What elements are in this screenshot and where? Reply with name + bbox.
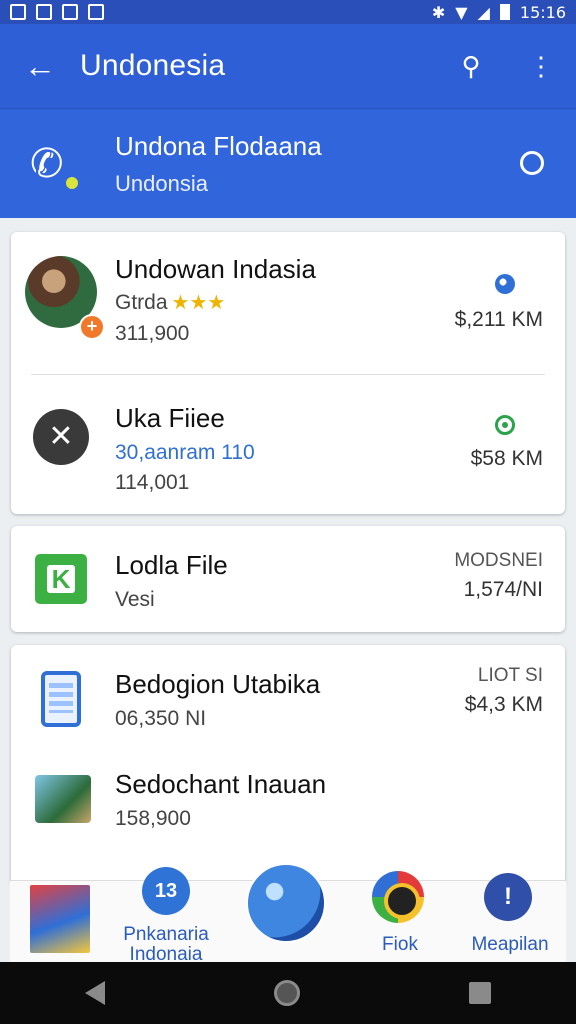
battery-icon [499, 4, 510, 20]
app-bar: ← Undonesia ⚲ ⋮ [0, 24, 576, 108]
status-bar: ✱ ▼ ◢ 15:16 [0, 0, 576, 24]
item-distance: $58 KM [470, 447, 543, 470]
nav-recents-icon[interactable] [469, 982, 492, 1004]
tools-icon: ✕ [33, 409, 89, 465]
page-title: Undonesia [80, 49, 226, 82]
dock-label: Meapilan [471, 934, 549, 955]
dock-item-info[interactable]: Meapilan [460, 881, 560, 963]
tablet-icon [41, 671, 81, 727]
bottom-dock: Pnkanaria Indonaia 13 Fiok ! Meapilan [10, 863, 566, 965]
item-title: Undowan Indasia [115, 254, 316, 284]
system-nav-bar [0, 962, 576, 1024]
list-item[interactable]: Bedogion Utabika 06,350 NI LIOT SI $4,3 … [11, 645, 565, 755]
results-card: Bedogion Utabika 06,350 NI LIOT SI $4,3 … [11, 645, 565, 885]
list-item[interactable]: ✕ Uka Fiiee 30,aanram 110 114,001 $58 KM [11, 375, 565, 514]
item-category: Gtrda [115, 291, 168, 314]
results-card: K Lodla File Vesi MODSNEI 1,574/NI [11, 526, 565, 632]
list-item[interactable]: K Lodla File Vesi MODSNEI 1,574/NI [11, 526, 565, 632]
clock-icon[interactable] [520, 151, 544, 175]
item-value: 311,900 [115, 322, 190, 345]
more-options-button[interactable]: ⋮ [506, 24, 576, 108]
list-item[interactable]: Sedochant Inauan 158,900 [11, 755, 565, 855]
signal-icon: ◢ [477, 2, 490, 22]
dock-label: Pnkanaria Indonaia [123, 924, 209, 965]
arrow-left-icon: ← [24, 47, 56, 84]
list-item[interactable]: + Undowan Indasia Gtrda ★★★ 311,900 $,211… [11, 232, 565, 374]
rating-stars: ★★★ [171, 292, 226, 314]
chat-icon[interactable]: 13 [142, 867, 190, 915]
bluetooth-icon: ✱ [431, 2, 446, 22]
notification-icon [10, 4, 26, 20]
item-value: 158,900 [115, 807, 191, 830]
item-subtitle: Gtrda ★★★ [115, 290, 225, 315]
item-subtitle: 30,aanram 110 [115, 441, 255, 464]
status-time: 15:16 [519, 2, 566, 22]
book-icon[interactable] [30, 885, 90, 953]
item-title: Lodla File [115, 550, 228, 580]
wifi-icon: ▼ [455, 2, 468, 22]
dock-label: Fiok [382, 934, 418, 955]
item-distance: 1,574/NI [463, 578, 543, 601]
notification-icon [88, 4, 104, 20]
more-vert-icon: ⋮ [528, 50, 554, 81]
status-dot [66, 177, 78, 189]
add-badge-icon[interactable]: + [79, 314, 105, 340]
header-subtitle: Undonsia [115, 171, 208, 196]
globe-icon[interactable] [246, 863, 326, 943]
account-search-button[interactable]: ⚲ [436, 24, 506, 108]
item-value: 114,001 [115, 471, 190, 494]
notification-icon [62, 4, 78, 20]
item-title: Sedochant Inauan [115, 769, 327, 799]
person-search-icon: ⚲ [461, 50, 481, 81]
item-value: 06,350 NI [115, 707, 207, 730]
item-distance: $,211 KM [454, 308, 543, 331]
item-title: Bedogion Utabika [115, 669, 321, 699]
globe-dot-icon [495, 274, 515, 294]
location-dot-icon [495, 415, 515, 435]
location-header[interactable]: ✆ Undona Flodaana Undonsia [0, 108, 576, 218]
item-label: LIOT SI [477, 665, 543, 686]
dock-item-camera[interactable]: Fiok [350, 881, 450, 963]
nav-back-icon[interactable] [84, 981, 105, 1005]
item-distance: $4,3 KM [464, 693, 543, 716]
back-button[interactable]: ← [0, 24, 80, 108]
photo-icon [35, 775, 91, 823]
header-title: Undona Flodaana [115, 131, 322, 161]
item-subtitle: Vesi [115, 588, 155, 611]
item-title: Uka Fiiee [115, 403, 225, 433]
notification-icons [10, 4, 104, 20]
item-label: MODSNEI [454, 550, 543, 571]
notification-icon [36, 4, 52, 20]
nav-home-icon[interactable] [273, 980, 300, 1006]
spreadsheet-icon: K [35, 554, 87, 604]
results-card: + Undowan Indasia Gtrda ★★★ 311,900 $,211… [11, 232, 565, 514]
